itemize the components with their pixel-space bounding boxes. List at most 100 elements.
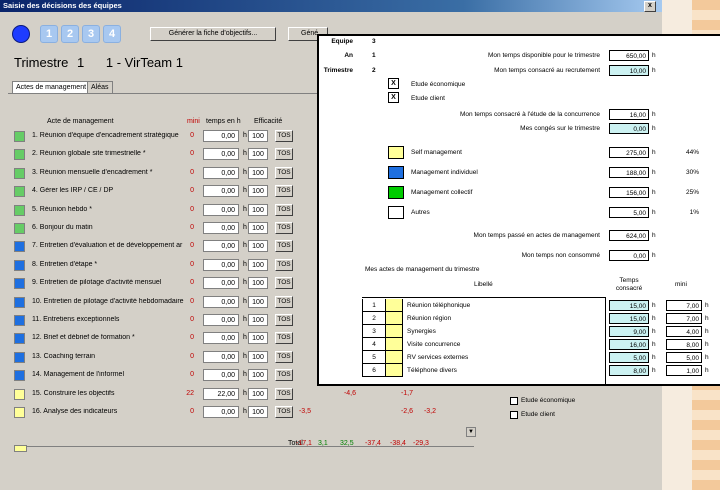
conges-input[interactable]: 0,00 — [609, 123, 649, 134]
tos-button[interactable]: TOS — [275, 240, 293, 253]
category-color-swatch — [14, 223, 25, 234]
hour-unit: h — [652, 354, 656, 361]
temps-input[interactable]: 0,00 — [203, 185, 239, 198]
efficacite-input[interactable]: 100 — [248, 350, 268, 363]
acte-label: 14. Management de l'informel — [32, 371, 124, 379]
temps-input[interactable]: 0,00 — [203, 332, 239, 345]
generate-objectives-button[interactable]: Générer la fiche d'objectifs... — [150, 27, 276, 41]
temps-input[interactable]: 22,00 — [203, 387, 239, 400]
efficacite-input[interactable]: 100 — [248, 185, 268, 198]
row-temps-input[interactable]: 15,00 — [609, 300, 649, 311]
temps-input[interactable]: 0,00 — [203, 203, 239, 216]
temps-input[interactable]: 0,00 — [203, 148, 239, 161]
etude-client-check[interactable]: X — [388, 92, 399, 103]
checkbox-box[interactable] — [510, 397, 518, 405]
hour-unit: h — [652, 52, 656, 59]
hour-unit: h — [243, 205, 247, 213]
temps-input[interactable]: 0,00 — [203, 130, 239, 142]
step-3-button[interactable]: 3 — [82, 25, 100, 43]
efficacite-input[interactable]: 100 — [248, 314, 268, 326]
efficacite-input[interactable]: 100 — [248, 130, 268, 142]
page-title: Trimestre 1 1 - VirTeam 1 — [14, 55, 183, 70]
tos-button[interactable]: TOS — [275, 185, 293, 198]
efficacite-input[interactable]: 100 — [248, 332, 268, 345]
category-swatch — [388, 146, 404, 159]
efficacite-input[interactable]: 100 — [248, 240, 268, 253]
column-header-temps: temps en h — [206, 118, 241, 125]
row-temps-input[interactable]: 5,00 — [609, 352, 649, 363]
step-1-button[interactable]: 1 — [40, 25, 58, 43]
an-value: 1 — [372, 52, 376, 59]
tos-button[interactable]: TOS — [275, 258, 293, 271]
efficacite-input[interactable]: 100 — [248, 295, 268, 308]
tos-button[interactable]: TOS — [275, 314, 293, 326]
tab-aleas[interactable]: Aléas — [87, 81, 113, 93]
temps-input[interactable]: 0,00 — [203, 406, 239, 418]
column-header-mini: mini — [187, 118, 200, 125]
acte-row: 16. Analyse des indicateurs 0 0,00 h 100 TOS -… — [14, 404, 662, 421]
tos-button[interactable]: TOS — [275, 277, 293, 290]
partial-row-17 — [14, 445, 474, 459]
temps-input[interactable]: 0,00 — [203, 240, 239, 253]
row-number: 1 — [362, 299, 386, 312]
etude-eco-label: Etude économique — [411, 81, 466, 88]
temps-input[interactable]: 0,00 — [203, 314, 239, 326]
row-mini-value: 7,00 — [666, 300, 702, 311]
efficacite-input[interactable]: 100 — [248, 203, 268, 216]
tos-button[interactable]: TOS — [275, 130, 293, 142]
tab-actes-management[interactable]: Actes de management — [12, 81, 91, 93]
checkbox-box[interactable] — [510, 411, 518, 419]
mini-value: 0 — [190, 150, 194, 158]
row-color-swatch — [386, 351, 403, 364]
temps-input[interactable]: 0,00 — [203, 350, 239, 363]
hour-unit: h — [652, 67, 656, 74]
row-temps-input[interactable]: 8,00 — [609, 365, 649, 376]
temps-input[interactable]: 0,00 — [203, 295, 239, 308]
tos-button[interactable]: TOS — [275, 350, 293, 363]
category-percent: 25% — [685, 189, 699, 196]
temps-input[interactable]: 0,00 — [203, 166, 239, 179]
efficacite-input[interactable]: 100 — [248, 258, 268, 271]
temps-recrut-input[interactable]: 10,00 — [609, 65, 649, 76]
efficacite-input[interactable]: 100 — [248, 387, 268, 400]
temps-input[interactable]: 0,00 — [203, 369, 239, 382]
efficacite-input[interactable]: 100 — [248, 406, 268, 418]
equipe-label: Equipe — [331, 38, 353, 45]
an-label: An — [344, 52, 353, 59]
efficacite-input[interactable]: 100 — [248, 148, 268, 161]
step-2-button[interactable]: 2 — [61, 25, 79, 43]
temps-input[interactable]: 0,00 — [203, 258, 239, 271]
tos-button[interactable]: TOS — [275, 332, 293, 345]
hour-unit: h — [243, 389, 247, 397]
row-temps-input[interactable]: 9,00 — [609, 326, 649, 337]
row-color-swatch — [386, 325, 403, 338]
hour-unit: h — [705, 367, 709, 374]
hour-unit: h — [705, 354, 709, 361]
temps-input[interactable]: 0,00 — [203, 277, 239, 290]
row-temps-input[interactable]: 16,00 — [609, 339, 649, 350]
acte-label: 5. Réunion hebdo * — [32, 205, 92, 213]
efficacite-input[interactable]: 100 — [248, 369, 268, 382]
row-mini-value: 8,00 — [666, 339, 702, 350]
temps-input[interactable]: 0,00 — [203, 222, 239, 234]
tos-button[interactable]: TOS — [275, 222, 293, 234]
close-button[interactable]: x — [644, 1, 656, 12]
tos-button[interactable]: TOS — [275, 387, 293, 400]
tos-button[interactable]: TOS — [275, 203, 293, 216]
row-label: Téléphone divers — [407, 367, 457, 374]
mini-value: 22 — [186, 389, 194, 397]
efficacite-input[interactable]: 100 — [248, 166, 268, 179]
tos-button[interactable]: TOS — [275, 166, 293, 179]
scroll-down-button[interactable]: ▼ — [466, 427, 476, 437]
efficacite-input[interactable]: 100 — [248, 277, 268, 290]
conges-label: Mes congés sur le trimestre — [520, 125, 600, 132]
tos-button[interactable]: TOS — [275, 295, 293, 308]
row-temps-input[interactable]: 15,00 — [609, 313, 649, 324]
step-4-button[interactable]: 4 — [103, 25, 121, 43]
acte-label: 1. Réunion d'équipe d'encadrement straté… — [32, 132, 179, 139]
efficacite-input[interactable]: 100 — [248, 222, 268, 234]
tos-button[interactable]: TOS — [275, 148, 293, 161]
tos-button[interactable]: TOS — [275, 369, 293, 382]
acte-label: 13. Coaching terrain — [32, 352, 96, 360]
etude-eco-check[interactable]: X — [388, 78, 399, 89]
